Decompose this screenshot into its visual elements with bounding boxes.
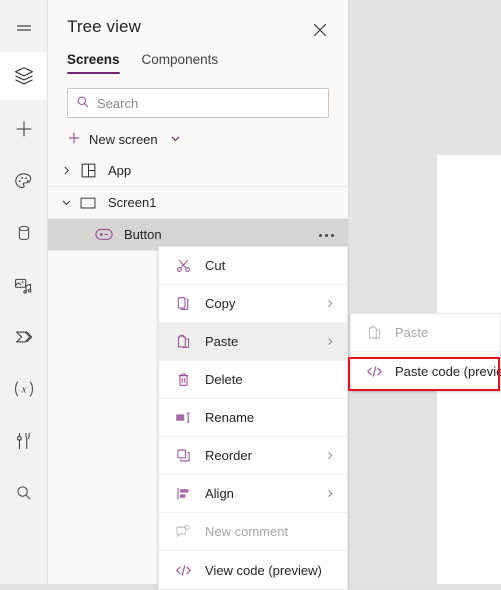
menu-item-label: Rename: [205, 410, 255, 425]
comment-add-icon: [172, 522, 194, 542]
submenu-item-label: Paste: [395, 325, 429, 340]
search-box[interactable]: [67, 88, 329, 118]
advanced-tools-icon[interactable]: [0, 417, 47, 465]
theme-palette-icon[interactable]: [0, 157, 47, 205]
app-canvas-area: [348, 0, 501, 584]
menu-item-label: New comment: [205, 524, 289, 539]
chevron-right-icon: [325, 334, 335, 349]
trash-icon: [172, 370, 194, 390]
rename-icon: [172, 408, 194, 428]
media-icon[interactable]: [0, 261, 47, 309]
menu-item-cut[interactable]: Cut: [159, 247, 347, 285]
menu-item-copy[interactable]: Copy: [159, 285, 347, 323]
search-icon[interactable]: [0, 469, 47, 517]
code-icon: [172, 560, 194, 580]
submenu-item-label: Paste code (preview): [395, 363, 501, 379]
tree-view-icon[interactable]: [0, 52, 47, 100]
menu-item-view-code[interactable]: View code (preview): [159, 551, 347, 589]
plus-icon: [67, 131, 81, 148]
screen-rectangle-icon: [76, 196, 100, 210]
close-icon[interactable]: [308, 18, 332, 42]
tree-row-label: Button: [124, 227, 162, 242]
button-control-icon: [92, 228, 116, 241]
panel-tabs: Screens Components: [48, 52, 348, 82]
insert-icon[interactable]: [0, 105, 47, 153]
data-icon[interactable]: [0, 209, 47, 257]
submenu-item-paste: Paste: [351, 314, 500, 352]
reorder-icon: [172, 446, 194, 466]
chevron-down-icon[interactable]: [56, 197, 76, 208]
chevron-right-icon: [325, 486, 335, 501]
hamburger-menu-icon[interactable]: [0, 5, 47, 53]
chevron-right-icon: [325, 448, 335, 463]
panel-header: Tree view: [48, 0, 348, 56]
menu-item-new-comment: New comment: [159, 513, 347, 551]
menu-item-label: Copy: [205, 296, 236, 311]
chevron-down-icon: [170, 132, 181, 147]
menu-item-paste[interactable]: Paste: [159, 323, 347, 361]
new-screen-button[interactable]: New screen: [67, 126, 181, 152]
code-icon: [363, 361, 385, 381]
tree-row-label: Screen1: [108, 195, 157, 210]
menu-item-label: Cut: [205, 258, 226, 273]
menu-item-label: Align: [205, 486, 234, 501]
menu-item-rename[interactable]: Rename: [159, 399, 347, 437]
menu-item-label: Paste: [205, 334, 239, 349]
tab-screens[interactable]: Screens: [67, 52, 120, 74]
align-icon: [172, 484, 194, 504]
chevron-right-icon: [325, 296, 335, 311]
menu-item-delete[interactable]: Delete: [159, 361, 347, 399]
page-title: Tree view: [67, 17, 141, 36]
tab-components[interactable]: Components: [142, 52, 219, 74]
app-grid-icon: [76, 163, 100, 178]
menu-item-label: View code (preview): [205, 562, 322, 578]
power-automate-icon[interactable]: [0, 313, 47, 361]
tree-row-app[interactable]: App: [48, 155, 348, 187]
paste-icon: [363, 323, 385, 343]
search-input[interactable]: [97, 95, 320, 111]
app-root: x Tree view Screens Components Search Ne…: [0, 0, 501, 590]
menu-item-label: Delete: [205, 372, 243, 387]
tree-list: App Screen1 Button: [48, 155, 348, 251]
menu-item-label: Reorder: [205, 448, 252, 463]
copy-icon: [172, 294, 194, 314]
submenu-item-paste-code[interactable]: Paste code (preview): [351, 352, 501, 390]
scissors-icon: [172, 256, 194, 276]
context-menu: Cut Copy Paste Delete Rename Reorder Ali…: [158, 246, 348, 590]
tree-row-label: App: [108, 163, 132, 178]
menu-item-reorder[interactable]: Reorder: [159, 437, 347, 475]
tree-row-screen1[interactable]: Screen1: [48, 187, 348, 219]
paste-icon: [172, 332, 194, 352]
new-screen-label: New screen: [89, 131, 158, 147]
svg-text:x: x: [20, 385, 26, 396]
menu-item-align[interactable]: Align: [159, 475, 347, 513]
variables-icon[interactable]: x: [0, 365, 47, 413]
search-icon: [76, 95, 90, 112]
left-rail: x: [0, 0, 48, 584]
paste-submenu: Paste Paste code (preview): [350, 313, 501, 391]
chevron-right-icon[interactable]: [56, 165, 76, 176]
